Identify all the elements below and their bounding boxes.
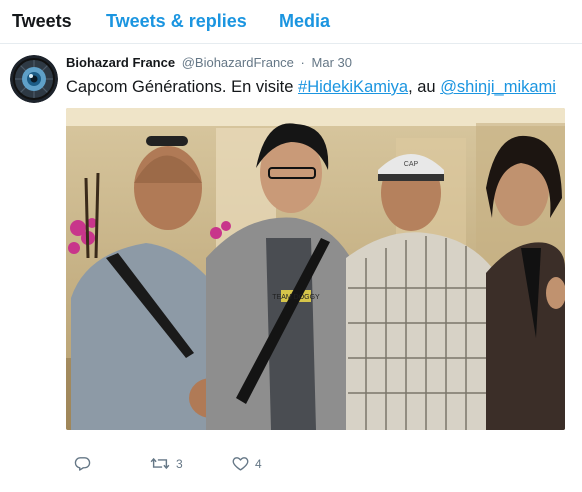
tweet-photo[interactable]: CAP TEAM DOGGY [66,108,565,430]
display-name[interactable]: Biohazard France [66,55,175,70]
profile-tabs: Tweets Tweets & replies Media [0,0,582,44]
retweet-count: 3 [176,456,183,471]
heart-icon [232,457,249,471]
group-photo: CAP TEAM DOGGY [66,108,565,430]
umbrella-eye-logo [10,55,58,103]
separator-dot: · [300,55,305,70]
reply-icon [74,457,91,471]
hashtag-link[interactable]: #HidekiKamiya [298,78,408,96]
tweet-text: Capcom Générations. En visite #HidekiKam… [66,78,556,97]
tweet-actions: 3 4 [66,455,366,481]
user-handle[interactable]: @BiohazardFrance [182,55,294,70]
mention-link[interactable]: @shinji_mikami [440,78,556,96]
retweet-button[interactable]: 3 [150,455,183,472]
tweet-header: Biohazard France @BiohazardFrance · Mar … [66,55,352,70]
tweet-text-middle: , au [408,78,441,96]
avatar[interactable] [10,55,58,103]
tab-tweets-and-replies[interactable]: Tweets & replies [106,11,247,32]
shirt-text: TEAM DOGGY [272,294,320,301]
tweet-text-prefix: Capcom Générations. En visite [66,78,299,96]
tweet[interactable]: Biohazard France @BiohazardFrance · Mar … [0,45,582,492]
retweet-icon [150,457,170,470]
tab-tweets[interactable]: Tweets [12,11,72,32]
like-button[interactable]: 4 [232,455,262,472]
tab-media[interactable]: Media [279,11,330,32]
cap-logo: CAP [404,161,419,168]
reply-button[interactable] [74,455,97,472]
tweet-timestamp[interactable]: Mar 30 [312,55,352,70]
like-count: 4 [255,456,262,471]
